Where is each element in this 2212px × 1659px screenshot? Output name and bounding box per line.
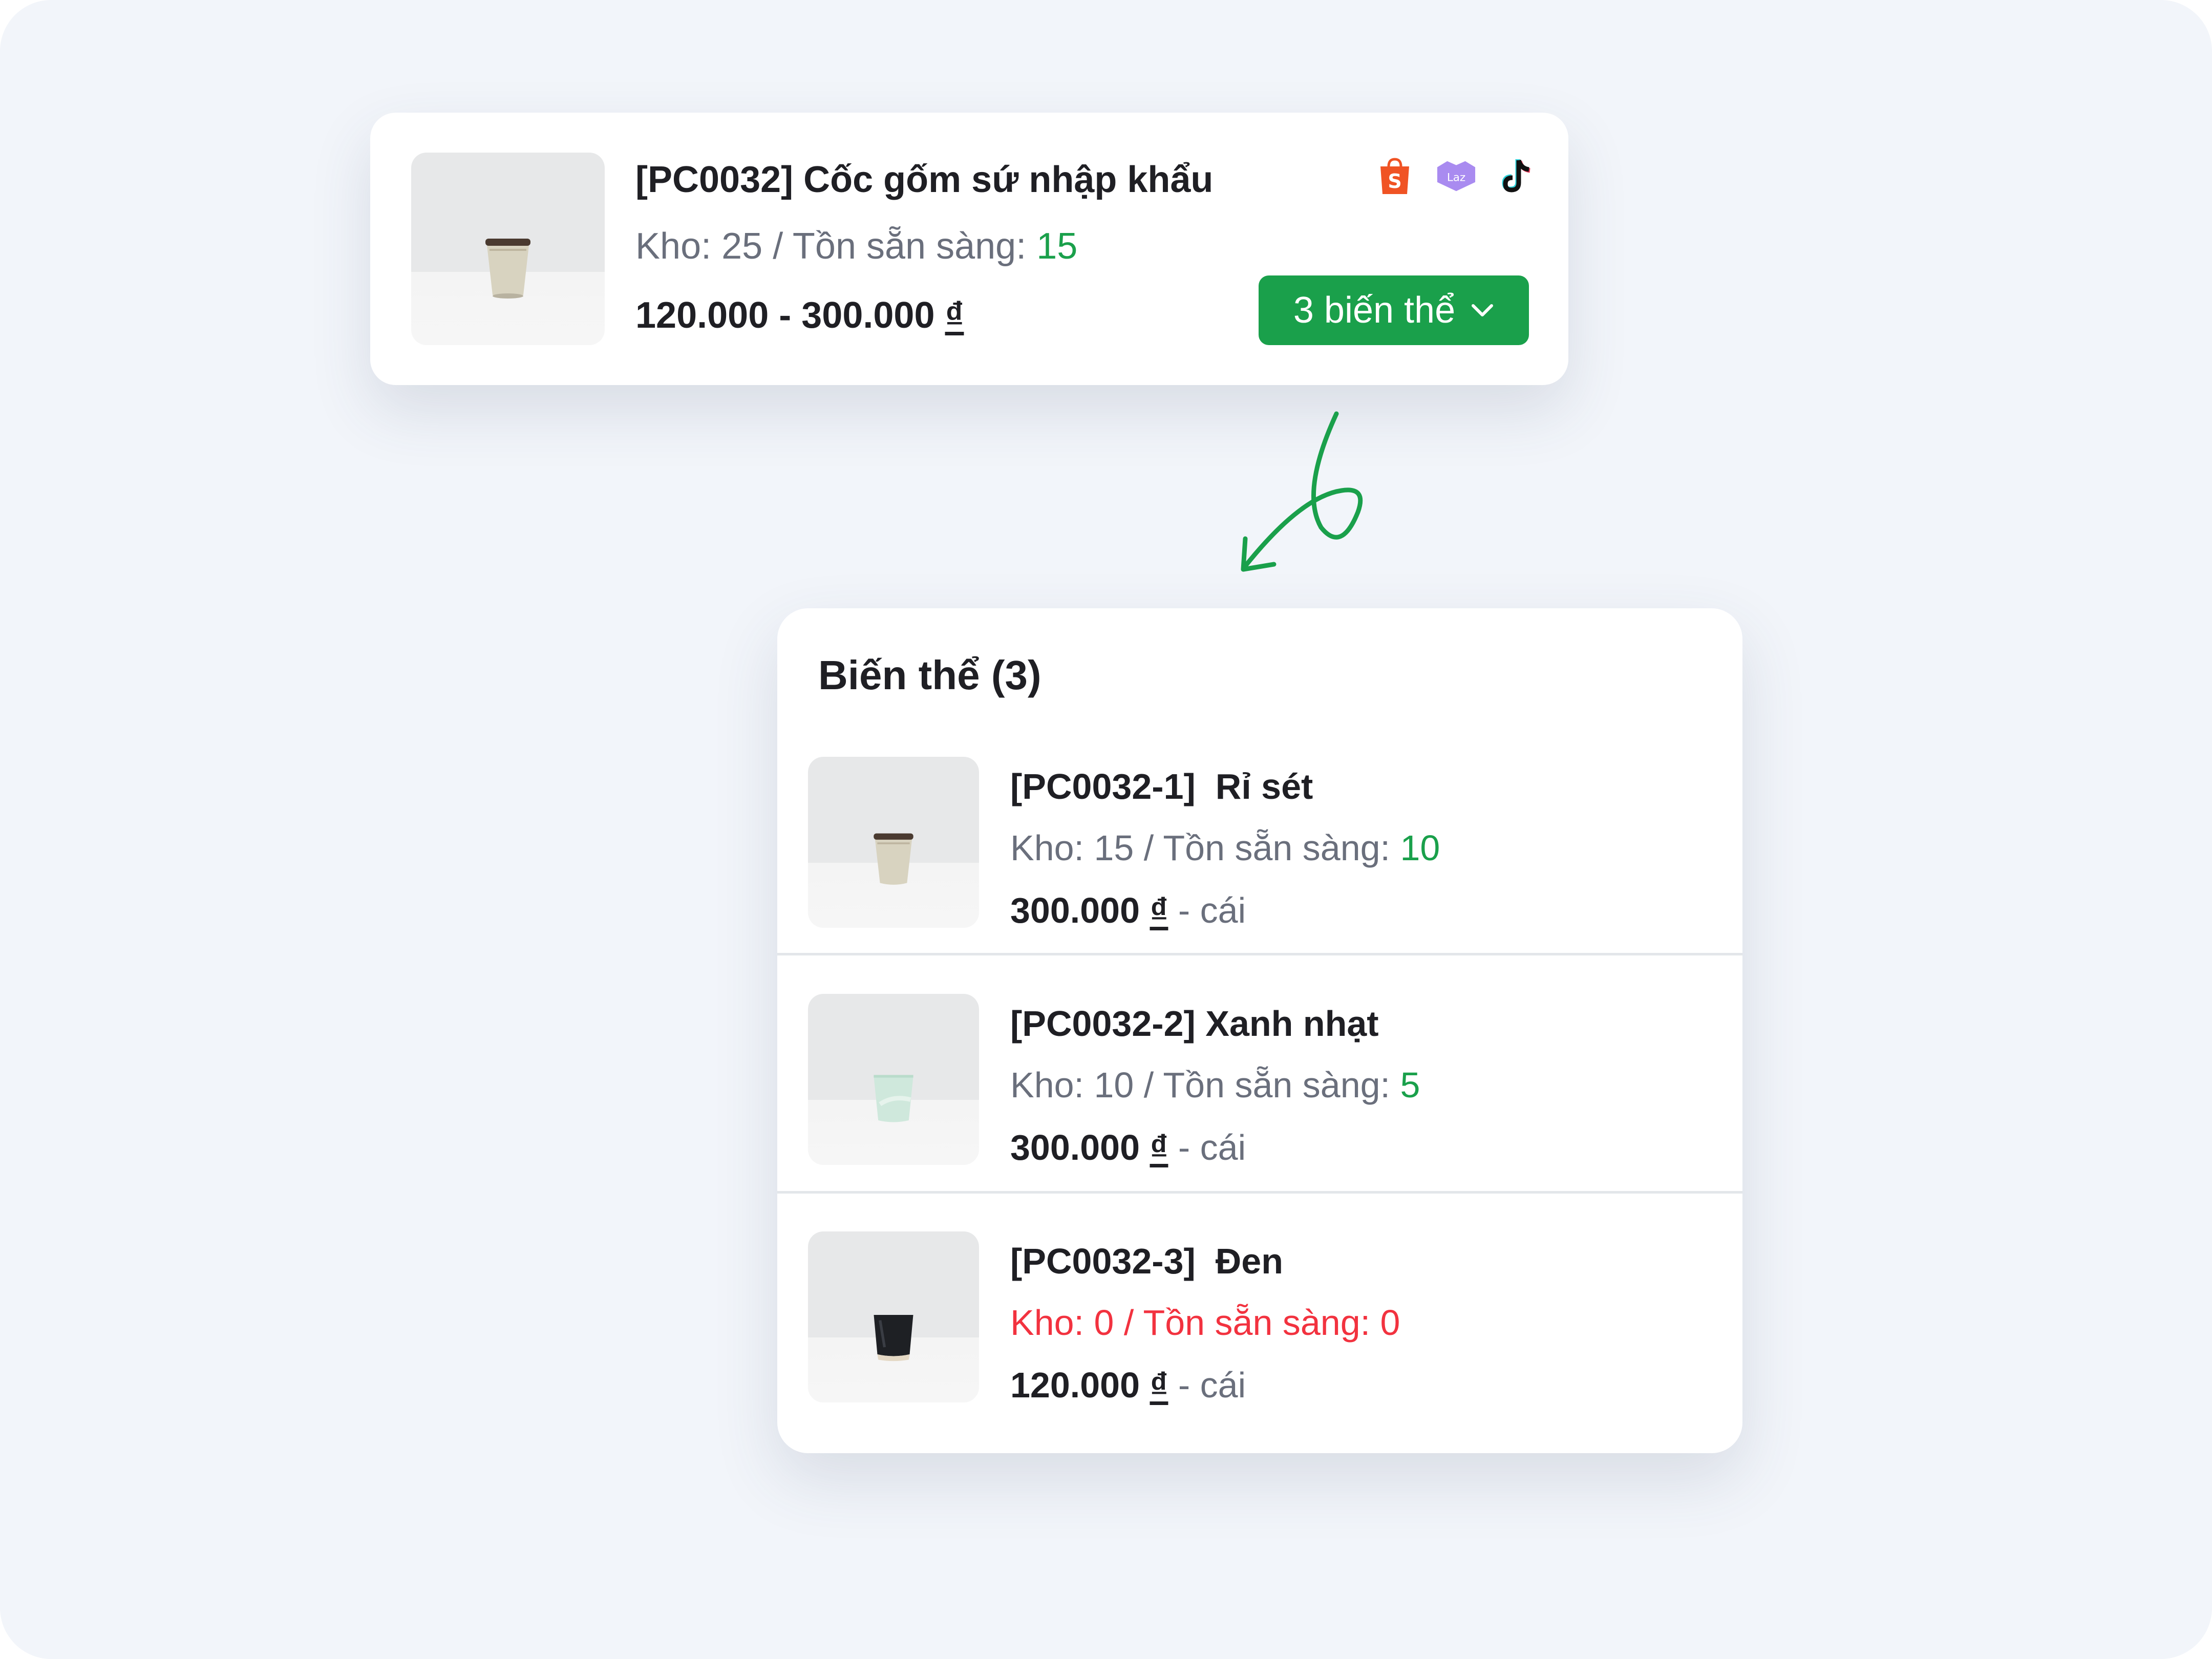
- variant-thumbnail: [808, 1231, 979, 1402]
- row-divider: [777, 953, 1742, 955]
- variant-name: [PC0032-2] Xanh nhạt: [1010, 1004, 1379, 1044]
- variant-price: 300.000 ₫ - cái: [1010, 890, 1246, 931]
- variant-name: [PC0032-3] Đen: [1010, 1241, 1283, 1281]
- cup-image: [874, 1075, 913, 1122]
- shopee-icon: S: [1375, 156, 1415, 196]
- variants-dropdown-button[interactable]: 3 biến thể: [1259, 275, 1529, 345]
- variant-thumbnail: [808, 994, 979, 1165]
- variant-thumbnail: [808, 757, 979, 928]
- stock-label: Kho: 0 / Tồn sẵn sàng:: [1010, 1303, 1380, 1343]
- variants-panel-title: Biến thể (3): [818, 652, 1041, 698]
- variant-stock: Kho: 0 / Tồn sẵn sàng: 0: [1010, 1302, 1400, 1343]
- row-divider: [777, 1191, 1742, 1194]
- variant-row[interactable]: [PC0032-2] Xanh nhạt Kho: 10 / Tồn sẵn s…: [777, 994, 1742, 1230]
- stock-label: Kho: 15 / Tồn sẵn sàng:: [1010, 828, 1400, 868]
- svg-text:Laz: Laz: [1447, 172, 1465, 184]
- variant-row[interactable]: [PC0032-3] Đen Kho: 0 / Tồn sẵn sàng: 0 …: [777, 1231, 1742, 1453]
- price-amount: 300.000: [1010, 1128, 1140, 1167]
- variants-panel: Biến thể (3) [PC0032-1] Rỉ sét Kho: 15 /…: [777, 608, 1742, 1453]
- product-stock: Kho: 25 / Tồn sẵn sàng: 15: [635, 225, 1077, 267]
- variant-price: 120.000 ₫ - cái: [1010, 1365, 1246, 1406]
- cup-image: [874, 833, 913, 885]
- canvas: [PC0032] Cốc gốm sứ nhập khẩu Kho: 25 / …: [0, 0, 2212, 1659]
- price-range: 120.000 - 300.000: [635, 295, 935, 336]
- cup-image: [874, 1314, 913, 1361]
- stock-label: Kho: 25 / Tồn sẵn sàng:: [635, 226, 1027, 267]
- price-unit: - cái: [1178, 1128, 1246, 1167]
- variant-row[interactable]: [PC0032-1] Rỉ sét Kho: 15 / Tồn sẵn sàng…: [777, 757, 1742, 993]
- chevron-down-icon: [1472, 304, 1494, 316]
- currency-symbol: ₫: [1150, 1128, 1168, 1167]
- svg-text:S: S: [1388, 170, 1401, 193]
- currency-symbol: ₫: [945, 295, 964, 336]
- product-card[interactable]: [PC0032] Cốc gốm sứ nhập khẩu Kho: 25 / …: [370, 113, 1568, 385]
- product-thumbnail: [411, 153, 605, 345]
- tiktok-icon: [1498, 156, 1538, 196]
- lazada-icon: Laz: [1436, 156, 1476, 196]
- stock-ready-value: 10: [1400, 828, 1440, 868]
- variant-stock: Kho: 15 / Tồn sẵn sàng: 10: [1010, 827, 1440, 868]
- currency-symbol: ₫: [1150, 890, 1168, 930]
- price-amount: 120.000: [1010, 1365, 1140, 1405]
- price-amount: 300.000: [1010, 890, 1140, 930]
- stock-ready-value: 0: [1380, 1303, 1400, 1343]
- stock-label: Kho: 10 / Tồn sẵn sàng:: [1010, 1065, 1400, 1105]
- price-unit: - cái: [1178, 1365, 1246, 1405]
- stock-ready-value: 15: [1036, 226, 1078, 267]
- variants-button-label: 3 biến thể: [1293, 290, 1456, 331]
- currency-symbol: ₫: [1150, 1365, 1168, 1405]
- cup-image: [485, 238, 530, 299]
- stock-ready-value: 5: [1400, 1065, 1420, 1105]
- variant-price: 300.000 ₫ - cái: [1010, 1127, 1246, 1168]
- variant-name: [PC0032-1] Rỉ sét: [1010, 767, 1313, 806]
- product-price: 120.000 - 300.000 ₫: [635, 294, 964, 336]
- price-unit: - cái: [1178, 890, 1246, 930]
- sales-channels: S Laz: [1375, 156, 1538, 196]
- product-title: [PC0032] Cốc gốm sứ nhập khẩu: [635, 159, 1214, 200]
- variant-stock: Kho: 10 / Tồn sẵn sàng: 5: [1010, 1065, 1420, 1105]
- curly-arrow-icon: [1241, 411, 1363, 572]
